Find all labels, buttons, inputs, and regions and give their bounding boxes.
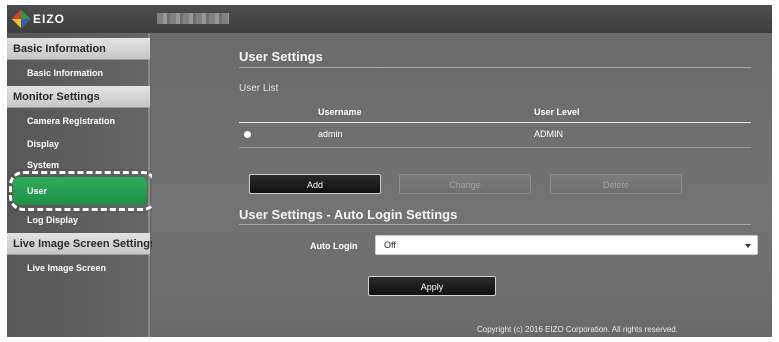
chevron-down-icon (745, 244, 751, 248)
sidebar-section-live-image-screen-settings[interactable]: Live Image Screen Settings (7, 233, 156, 255)
app-window: EIZO Basic Information Basic Information… (7, 5, 772, 337)
main-content: User Settings User List Username User Le… (152, 33, 772, 337)
sidebar-section-basic-information[interactable]: Basic Information (7, 38, 150, 60)
sidebar-item-display[interactable]: Display (7, 133, 150, 155)
eizo-logo: EIZO (11, 9, 65, 29)
user-row-username: admin (318, 129, 343, 139)
user-row-user-level: ADMIN (534, 129, 563, 139)
title-divider (239, 67, 751, 68)
apply-button[interactable]: Apply (368, 276, 496, 296)
user-list-title: User List (239, 83, 279, 94)
table-row-divider (239, 147, 751, 148)
user-settings-title: User Settings (239, 49, 323, 64)
sidebar-item-camera-registration[interactable]: Camera Registration (7, 110, 150, 132)
auto-login-select[interactable]: Off (375, 235, 758, 255)
copyright-footer: Copyright (c) 2016 EIZO Corporation. All… (477, 325, 678, 334)
eizo-logo-icon (12, 10, 30, 28)
logo-text: EIZO (33, 12, 66, 26)
auto-login-settings-title: User Settings - Auto Login Settings (239, 207, 458, 222)
device-name-obscured (157, 13, 229, 24)
add-button[interactable]: Add (249, 174, 381, 194)
sidebar-section-monitor-settings[interactable]: Monitor Settings (7, 86, 150, 108)
delete-button[interactable]: Delete (550, 174, 682, 194)
user-row-radio[interactable] (244, 131, 251, 138)
auto-login-divider (239, 224, 751, 225)
column-header-username: Username (318, 107, 362, 117)
sidebar-item-log-display[interactable]: Log Display (7, 209, 150, 231)
sidebar-item-live-image-screen[interactable]: Live Image Screen (7, 257, 150, 279)
column-header-user-level: User Level (534, 107, 580, 117)
auto-login-label: Auto Login (310, 241, 358, 251)
sidebar: Basic Information Basic Information Moni… (7, 33, 157, 337)
change-button[interactable]: Change (399, 174, 531, 194)
sidebar-item-user[interactable]: User (13, 177, 147, 205)
top-bar: EIZO (7, 5, 772, 33)
table-header-divider (239, 122, 751, 123)
auto-login-value: Off (384, 240, 396, 250)
sidebar-item-basic-information[interactable]: Basic Information (7, 62, 150, 84)
sidebar-item-system[interactable]: System (7, 158, 150, 172)
